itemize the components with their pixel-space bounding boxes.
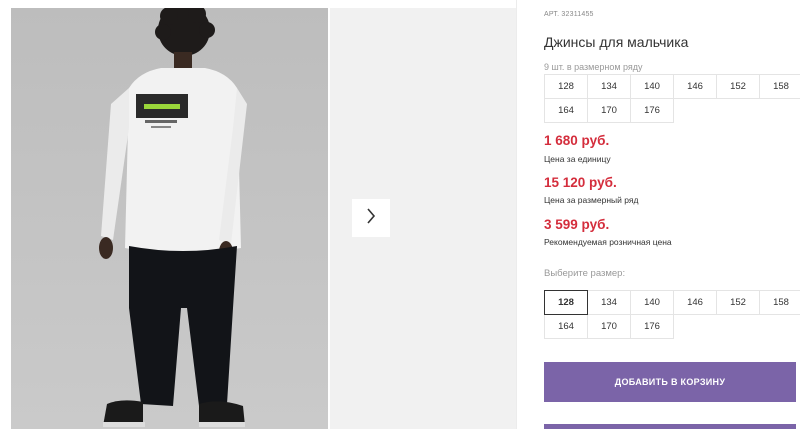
- pack-size-cell: 152: [716, 74, 760, 99]
- chevron-right-icon: [366, 207, 376, 229]
- pack-price-label: Цена за размерный ряд: [544, 195, 639, 205]
- size-option-152[interactable]: 152: [716, 290, 760, 315]
- choose-size-label: Выберите размер:: [544, 268, 626, 279]
- size-option-134[interactable]: 134: [587, 290, 631, 315]
- pack-size-cell: 164: [544, 98, 588, 123]
- pack-size-cell: 140: [630, 74, 674, 99]
- size-option-140[interactable]: 140: [630, 290, 674, 315]
- product-info-panel: АРТ. 32311455 Джинсы для мальчика 9 шт. …: [544, 0, 800, 429]
- secondary-button-partial[interactable]: [544, 424, 796, 429]
- pack-size-cell: 176: [630, 98, 674, 123]
- product-photo-main[interactable]: [11, 8, 328, 429]
- size-option-170[interactable]: 170: [587, 314, 631, 339]
- product-gallery: [0, 0, 516, 429]
- add-to-cart-button[interactable]: ДОБАВИТЬ В КОРЗИНУ: [544, 362, 796, 402]
- pack-size-cell: 146: [673, 74, 717, 99]
- product-title: Джинсы для мальчика: [544, 34, 689, 50]
- size-option-158[interactable]: 158: [759, 290, 800, 315]
- size-option-128[interactable]: 128: [544, 290, 588, 315]
- size-selector: 128 134 140 146 152 158 164 170 176: [544, 290, 800, 339]
- pack-sizes-grid: 128 134 140 146 152 158 164 170 176: [544, 74, 800, 123]
- article-number: АРТ. 32311455: [544, 11, 594, 18]
- unit-price: 1 680 руб.: [544, 133, 610, 148]
- pack-price: 15 120 руб.: [544, 175, 617, 190]
- unit-price-label: Цена за единицу: [544, 154, 611, 164]
- next-image-button[interactable]: [352, 199, 390, 237]
- pack-size-note: 9 шт. в размерном ряду: [544, 62, 643, 72]
- boy-back-view-image: [99, 8, 247, 427]
- retail-price: 3 599 руб.: [544, 217, 610, 232]
- retail-price-label: Рекомендуемая розничная цена: [544, 237, 672, 247]
- pack-size-cell: 158: [759, 74, 800, 99]
- size-option-146[interactable]: 146: [673, 290, 717, 315]
- size-option-164[interactable]: 164: [544, 314, 588, 339]
- panel-divider: [516, 0, 517, 429]
- pack-size-cell: 134: [587, 74, 631, 99]
- pack-size-cell: 128: [544, 74, 588, 99]
- pack-size-cell: 170: [587, 98, 631, 123]
- size-option-176[interactable]: 176: [630, 314, 674, 339]
